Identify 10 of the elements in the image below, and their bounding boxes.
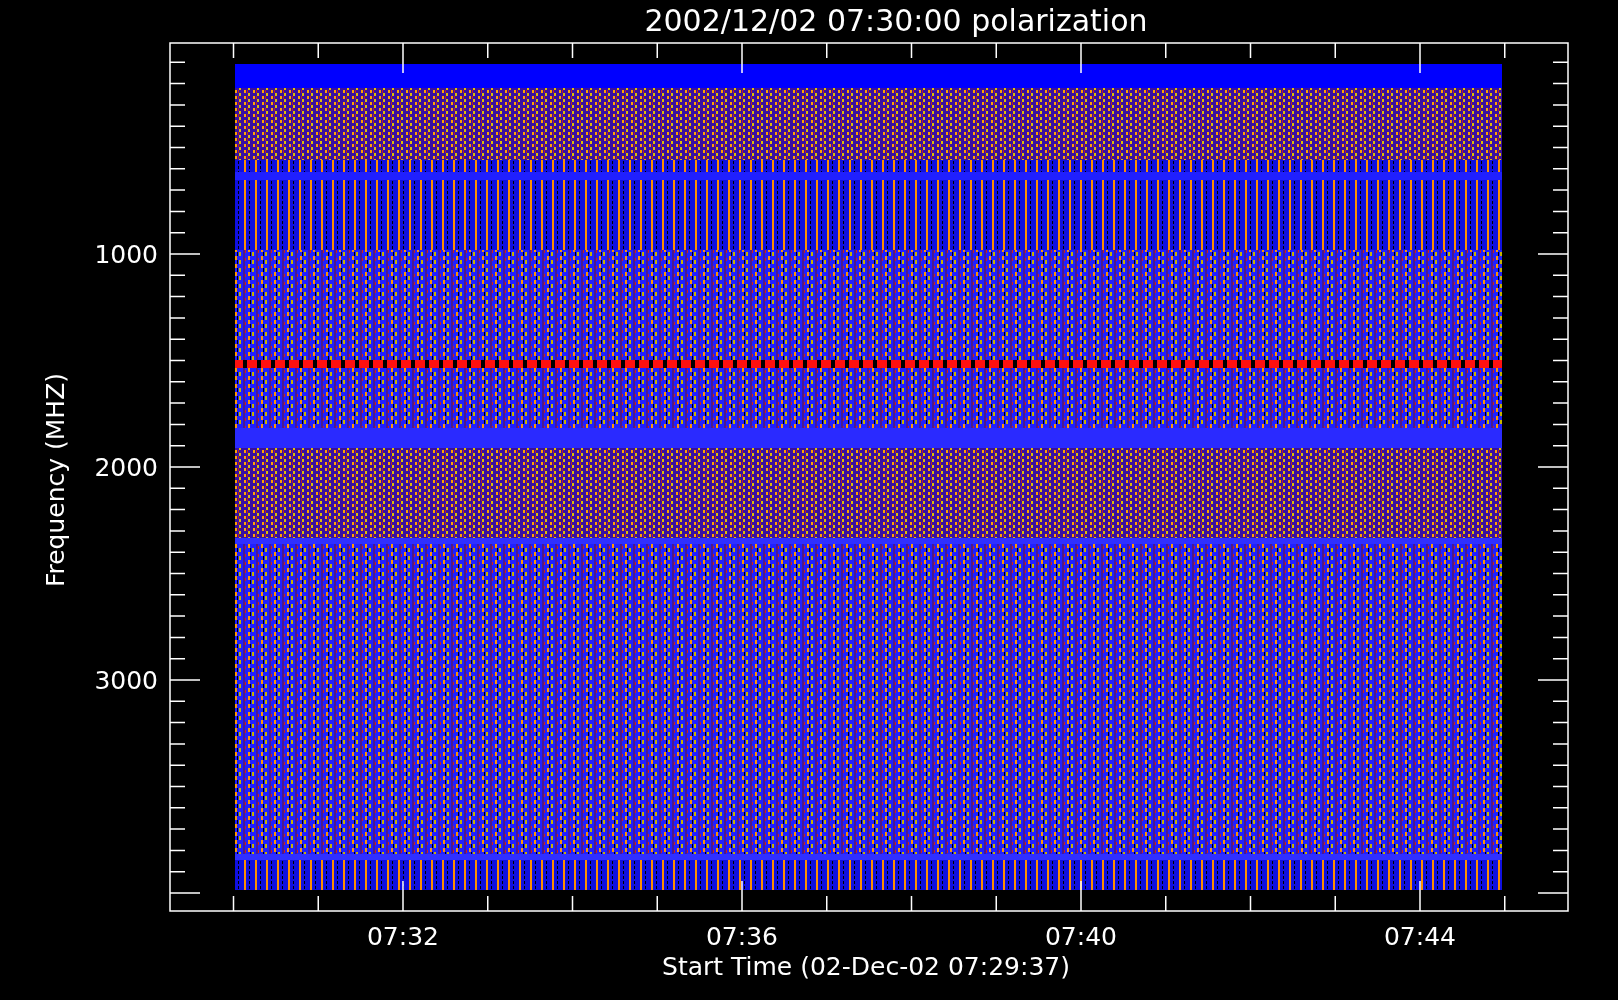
tick-label: 07:32: [367, 922, 439, 951]
tick-label: 1000: [94, 240, 158, 269]
tick-label: 07:40: [1045, 922, 1117, 951]
axis-title: Start Time (02-Dec-02 07:29:37): [662, 952, 1070, 981]
tick-label: 2000: [94, 453, 158, 482]
plot-title: 2002/12/02 07:30:00 polarization: [644, 3, 1148, 38]
axis-title: Frequency (MHZ): [41, 372, 70, 588]
tick-label: 07:36: [706, 922, 778, 951]
tick-label: 3000: [94, 666, 158, 695]
tick-label: 07:44: [1384, 922, 1456, 951]
